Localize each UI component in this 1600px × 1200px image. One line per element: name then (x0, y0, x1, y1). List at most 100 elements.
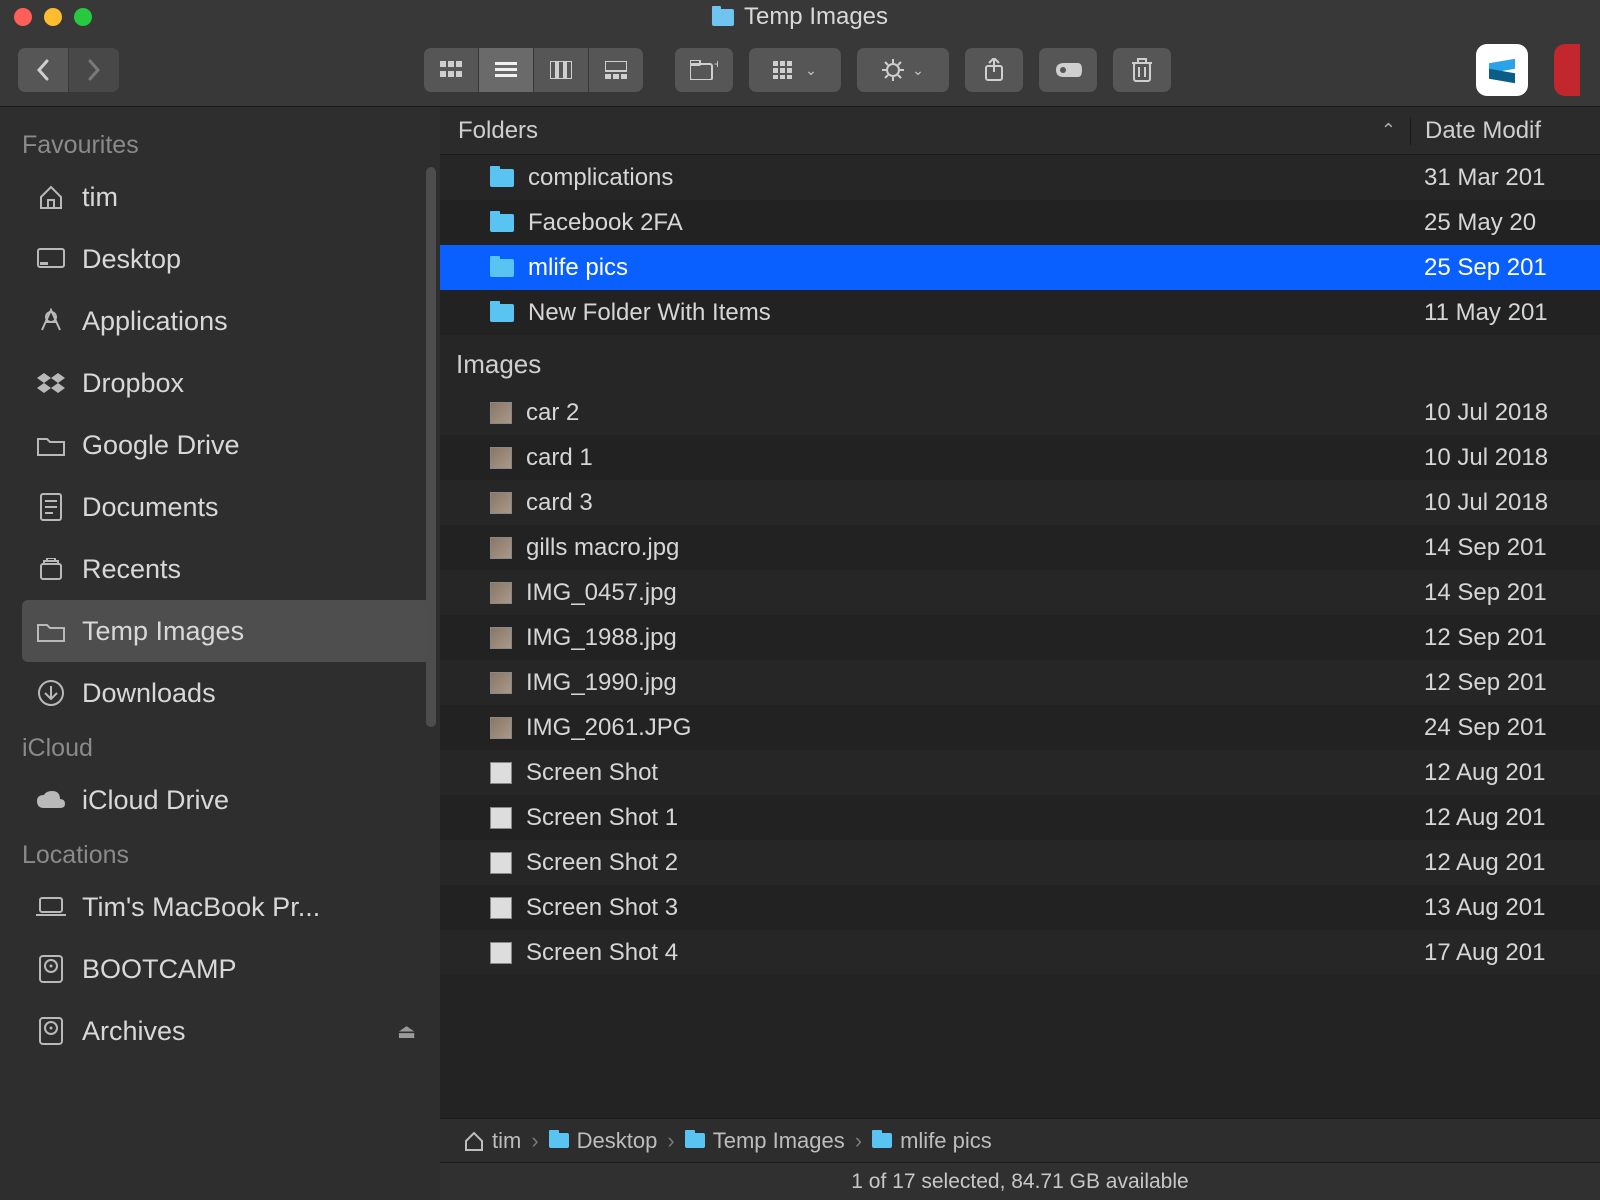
file-row[interactable]: Screen Shot 212 Aug 201 (440, 840, 1600, 885)
path-segment[interactable]: mlife pics (872, 1128, 992, 1154)
sidebar-item-label: Google Drive (82, 430, 240, 461)
file-row[interactable]: complications31 Mar 201 (440, 155, 1600, 200)
titlebar: Temp Images (0, 0, 1600, 34)
laptop-icon (36, 892, 66, 922)
status-text: 1 of 17 selected, 84.71 GB available (851, 1170, 1188, 1194)
image-thumb-icon (490, 537, 512, 559)
icon-view-button[interactable] (424, 48, 478, 92)
action-menu-button[interactable]: ⌄ (857, 48, 949, 92)
gallery-view-button[interactable] (589, 48, 643, 92)
finder-window: Temp Images (0, 0, 1600, 1200)
chevron-right-icon: › (855, 1128, 862, 1154)
file-row[interactable]: New Folder With Items11 May 201 (440, 290, 1600, 335)
sidebar-item[interactable]: BOOTCAMP (22, 938, 430, 1000)
new-folder-button[interactable]: + (675, 48, 733, 92)
file-date: 24 Sep 201 (1410, 714, 1600, 742)
forward-button[interactable] (69, 48, 119, 92)
file-date: 11 May 201 (1410, 299, 1600, 327)
file-row[interactable]: gills macro.jpg14 Sep 201 (440, 525, 1600, 570)
file-row[interactable]: IMG_1988.jpg12 Sep 201 (440, 615, 1600, 660)
sidebar-item[interactable]: Google Drive (22, 414, 430, 476)
folder-icon (36, 616, 66, 646)
close-window-button[interactable] (14, 8, 32, 26)
file-name: IMG_1990.jpg (526, 669, 677, 697)
scrollbar-handle[interactable] (426, 167, 436, 727)
path-label: tim (492, 1128, 521, 1154)
file-row[interactable]: IMG_0457.jpg14 Sep 201 (440, 570, 1600, 615)
file-date: 12 Sep 201 (1410, 669, 1600, 697)
file-date: 14 Sep 201 (1410, 534, 1600, 562)
nav-buttons (18, 48, 119, 92)
file-row[interactable]: mlife pics 25 Sep 201 (440, 245, 1600, 290)
minimize-window-button[interactable] (44, 8, 62, 26)
file-row[interactable]: Screen Shot 417 Aug 201 (440, 930, 1600, 975)
column-date-header[interactable]: Date Modif (1410, 117, 1600, 145)
file-date: 25 Sep 201 (1410, 254, 1600, 282)
folder-icon (490, 259, 514, 277)
trash-button[interactable] (1113, 48, 1171, 92)
app-extension-icon-2[interactable] (1554, 44, 1580, 96)
file-name: Screen Shot 4 (526, 939, 678, 967)
sidebar-item[interactable]: tim (22, 166, 430, 228)
image-thumb-icon (490, 717, 512, 739)
file-row[interactable]: Screen Shot 313 Aug 201 (440, 885, 1600, 930)
sidebar-item[interactable]: Archives ⏏ (22, 1000, 430, 1062)
sidebar-item-label: Documents (82, 492, 219, 523)
file-row[interactable]: car 210 Jul 2018 (440, 390, 1600, 435)
image-thumb-icon (490, 627, 512, 649)
sidebar-item-label: Desktop (82, 244, 181, 275)
path-segment[interactable]: Desktop (549, 1128, 658, 1154)
file-row[interactable]: card 310 Jul 2018 (440, 480, 1600, 525)
column-name-header[interactable]: Folders ⌃ (440, 117, 1410, 145)
zoom-window-button[interactable] (74, 8, 92, 26)
image-thumb-icon (490, 762, 512, 784)
sidebar: FavouritestimDesktopApplicationsDropboxG… (0, 107, 440, 1200)
sidebar-item[interactable]: Downloads (22, 662, 430, 724)
app-extension-icon[interactable] (1476, 44, 1528, 96)
image-thumb-icon (490, 852, 512, 874)
file-name: Screen Shot 3 (526, 894, 678, 922)
file-name: Screen Shot 2 (526, 849, 678, 877)
file-row[interactable]: Facebook 2FA25 May 20 (440, 200, 1600, 245)
file-row[interactable]: IMG_2061.JPG24 Sep 201 (440, 705, 1600, 750)
column-view-button[interactable] (534, 48, 588, 92)
sidebar-item[interactable]: Recents (22, 538, 430, 600)
file-row[interactable]: Screen Shot12 Aug 201 (440, 750, 1600, 795)
sidebar-item[interactable]: Tim's MacBook Pr... (22, 876, 430, 938)
file-name: card 1 (526, 444, 593, 472)
column-header: Folders ⌃ Date Modif (440, 107, 1600, 155)
view-mode-segment (424, 48, 643, 92)
share-button[interactable] (965, 48, 1023, 92)
file-name: mlife pics (528, 254, 628, 282)
desktop-icon (36, 244, 66, 274)
sidebar-item[interactable]: Dropbox (22, 352, 430, 414)
disk-icon (36, 1016, 66, 1046)
sidebar-item[interactable]: Applications (22, 290, 430, 352)
image-thumb-icon (490, 942, 512, 964)
file-date: 12 Sep 201 (1410, 624, 1600, 652)
file-date: 25 May 20 (1410, 209, 1600, 237)
file-row[interactable]: Screen Shot 112 Aug 201 (440, 795, 1600, 840)
list-view-button[interactable] (479, 48, 533, 92)
file-name: card 3 (526, 489, 593, 517)
tags-button[interactable] (1039, 48, 1097, 92)
sidebar-section-header: Locations (22, 841, 430, 870)
sidebar-item[interactable]: iCloud Drive (22, 769, 430, 831)
recents-icon (36, 554, 66, 584)
sidebar-item[interactable]: Desktop (22, 228, 430, 290)
arrange-button[interactable]: ⌄ (749, 48, 841, 92)
sidebar-item-label: Applications (82, 306, 228, 337)
sidebar-item[interactable]: Documents (22, 476, 430, 538)
path-segment[interactable]: tim (464, 1128, 521, 1154)
path-segment[interactable]: Temp Images (685, 1128, 845, 1154)
image-thumb-icon (490, 807, 512, 829)
folder-icon (490, 169, 514, 187)
file-row[interactable]: IMG_1990.jpg 12 Sep 201 (440, 660, 1600, 705)
sidebar-item[interactable]: Temp Images (22, 600, 430, 662)
group-label: Images (440, 335, 1600, 390)
eject-icon[interactable]: ⏏ (397, 1019, 416, 1044)
file-row[interactable]: card 110 Jul 2018 (440, 435, 1600, 480)
back-button[interactable] (18, 48, 68, 92)
sidebar-item-label: Archives (82, 1016, 186, 1047)
folder-icon (490, 214, 514, 232)
